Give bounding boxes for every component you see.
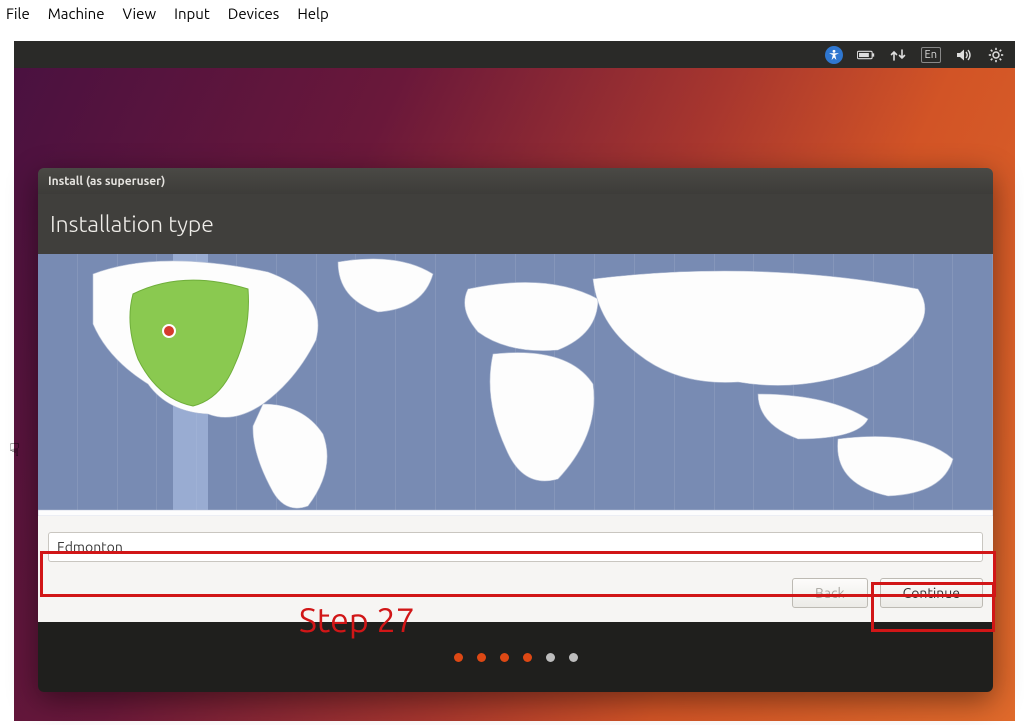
network-updown-icon[interactable] <box>889 46 907 64</box>
progress-dot <box>523 653 532 662</box>
installer-heading-text: Installation type <box>50 212 214 237</box>
keyboard-layout-indicator[interactable]: En <box>921 47 941 63</box>
continue-button[interactable]: Continue <box>880 578 983 608</box>
progress-dot <box>500 653 509 662</box>
vm-display: En ☟ Install (as superuser) Installation… <box>14 41 1015 721</box>
window-title-text: Install (as superuser) <box>48 175 165 188</box>
map-panel: Back Continue <box>38 254 993 622</box>
progress-dot <box>569 653 578 662</box>
progress-dot <box>546 653 555 662</box>
menu-input[interactable]: Input <box>174 0 210 28</box>
window-title: Install (as superuser) <box>38 168 993 194</box>
menu-file[interactable]: File <box>6 0 30 28</box>
back-button[interactable]: Back <box>792 578 868 608</box>
virtualbox-menubar[interactable]: File Machine View Input Devices Help <box>0 0 1024 28</box>
accessibility-icon[interactable] <box>825 46 843 64</box>
ubuntu-desktop: ☟ Install (as superuser) Installation ty… <box>14 68 1015 721</box>
location-pin <box>162 324 176 338</box>
menu-help[interactable]: Help <box>297 0 328 28</box>
installer-slideshow-dots <box>38 622 993 692</box>
menu-devices[interactable]: Devices <box>228 0 280 28</box>
timezone-input[interactable] <box>48 532 983 562</box>
progress-dot <box>477 653 486 662</box>
ubuntu-top-panel: En <box>14 41 1015 68</box>
installer-heading: Installation type <box>38 194 993 254</box>
menu-view[interactable]: View <box>123 0 157 28</box>
timezone-map[interactable] <box>38 254 993 516</box>
battery-icon[interactable] <box>857 46 875 64</box>
gear-icon[interactable] <box>987 46 1005 64</box>
progress-dot <box>454 653 463 662</box>
selected-region-highlight <box>123 274 253 409</box>
menu-machine[interactable]: Machine <box>48 0 105 28</box>
ubiquity-installer-window: Install (as superuser) Installation type <box>38 168 993 692</box>
sound-icon[interactable] <box>955 46 973 64</box>
hand-cursor: ☟ <box>9 440 20 461</box>
timezone-form: Back Continue <box>38 516 993 622</box>
